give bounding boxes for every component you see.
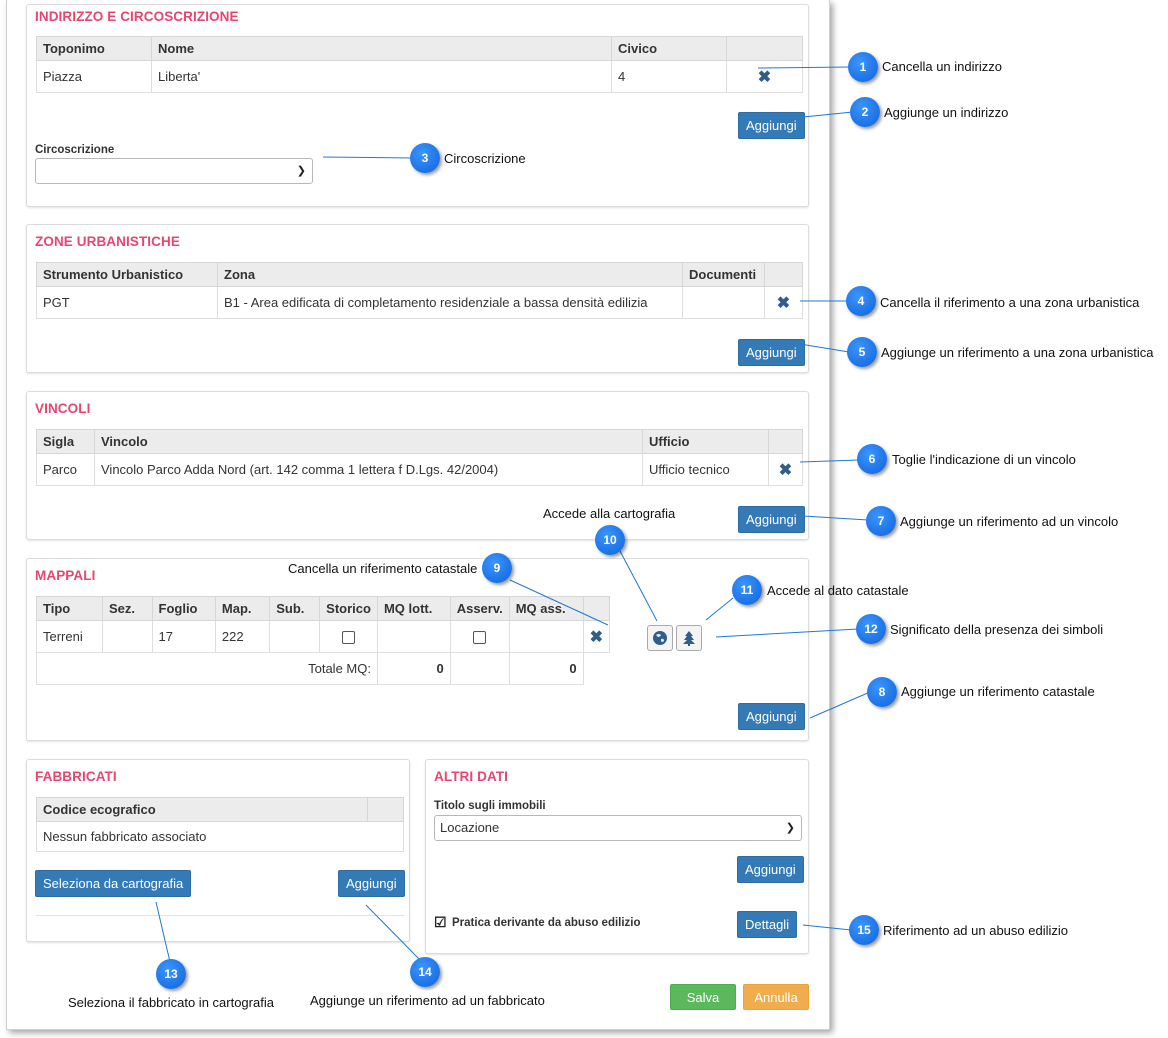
callout-text: Aggiunge un riferimento ad un fabbricato bbox=[310, 993, 545, 1008]
callout-text: Cancella un indirizzo bbox=[882, 59, 1002, 74]
callout-badge: 9 bbox=[482, 553, 512, 583]
callout-text: Significato della presenza dei simboli bbox=[890, 622, 1104, 637]
callout-text: Accede alla cartografia bbox=[543, 506, 676, 521]
callout-badge: 3 bbox=[410, 143, 440, 173]
callout-badge: 7 bbox=[866, 506, 896, 536]
callout-badge: 10 bbox=[595, 525, 625, 555]
callout-text: Toglie l'indicazione di un vincolo bbox=[892, 452, 1076, 467]
callout-text: Cancella il riferimento a una zona urban… bbox=[880, 295, 1140, 310]
callout-text: Circoscrizione bbox=[444, 151, 526, 166]
callout-text: Aggiunge un indirizzo bbox=[884, 105, 1009, 120]
callout-text: Seleziona il fabbricato in cartografia bbox=[68, 995, 274, 1010]
callout-text: Accede al dato catastale bbox=[767, 583, 909, 598]
callout-text: Riferimento ad un abuso edilizio bbox=[883, 923, 1068, 938]
callout-text: Cancella un riferimento catastale bbox=[288, 561, 478, 576]
callout-text: Aggiunge un riferimento a una zona urban… bbox=[881, 345, 1154, 360]
callout-text: Aggiunge un riferimento catastale bbox=[901, 684, 1095, 699]
callout-badge: 11 bbox=[732, 575, 762, 605]
callout-badge: 12 bbox=[856, 614, 886, 644]
callout-badge: 2 bbox=[850, 97, 880, 127]
callout-badge: 14 bbox=[410, 957, 440, 987]
callout-badge: 8 bbox=[867, 677, 897, 707]
callout-badge: 1 bbox=[848, 52, 878, 82]
callout-badge: 5 bbox=[847, 337, 877, 367]
callout-badge: 4 bbox=[846, 286, 876, 316]
callout-badge: 13 bbox=[156, 959, 186, 989]
callout-text: Aggiunge un riferimento ad un vincolo bbox=[900, 514, 1119, 529]
callout-badge: 6 bbox=[857, 444, 887, 474]
callout-badge: 15 bbox=[849, 915, 879, 945]
